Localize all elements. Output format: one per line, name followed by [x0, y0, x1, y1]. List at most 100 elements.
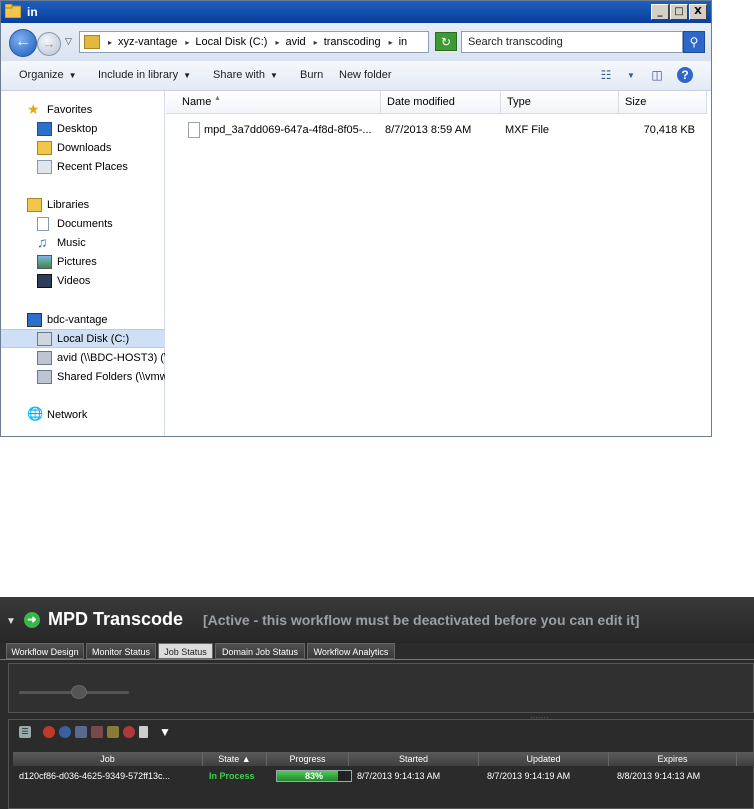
nav-label: Desktop	[57, 123, 98, 135]
forward-button[interactable]: →	[37, 32, 61, 56]
remove-icon[interactable]	[91, 726, 103, 738]
desktop-icon	[37, 122, 52, 136]
nav-music[interactable]: ♫ Music	[1, 234, 165, 253]
nav-label: Documents	[57, 218, 113, 230]
job-state: In Process	[209, 771, 255, 781]
address-bar[interactable]: ▸ xyz-vantage ▸ Local Disk (C:) ▸ avid ▸…	[79, 31, 429, 53]
chevron-right-icon[interactable]: ▸	[389, 38, 393, 47]
slider-handle[interactable]	[71, 685, 87, 699]
breadcrumb-item[interactable]: transcoding	[324, 36, 381, 48]
column-header-date-modified[interactable]: Date modified	[381, 91, 501, 114]
column-label: Name	[182, 96, 212, 108]
column-header-updated[interactable]: Updated	[479, 752, 609, 766]
libraries-icon	[27, 198, 42, 212]
column-header-progress[interactable]: Progress	[267, 752, 349, 766]
delete-icon[interactable]	[123, 726, 135, 738]
search-icon[interactable]: ⚲	[683, 31, 705, 53]
column-header-expires[interactable]: Expires	[609, 752, 737, 766]
nav-local-disk[interactable]: Local Disk (C:)	[1, 329, 165, 348]
minimize-button[interactable]: _	[651, 4, 669, 20]
share-with-menu[interactable]: Share with ▼	[213, 69, 278, 81]
help-icon[interactable]: ?	[677, 67, 693, 83]
nav-videos[interactable]: Videos	[1, 272, 165, 291]
file-size: 70,418 KB	[643, 124, 695, 136]
tab-workflow-design[interactable]: Workflow Design	[6, 643, 84, 659]
column-header-started[interactable]: Started	[349, 752, 479, 766]
nav-pictures[interactable]: Pictures	[1, 253, 165, 272]
list-view-icon[interactable]: ☰	[19, 726, 31, 738]
details-icon[interactable]	[75, 726, 87, 738]
job-updated: 8/7/2013 9:14:19 AM	[487, 771, 571, 781]
title-bar[interactable]: in _ □ X	[1, 1, 711, 23]
chevron-right-icon[interactable]: ▸	[108, 38, 112, 47]
nav-avid-share[interactable]: avid (\\BDC-HOST3) (\	[1, 349, 165, 368]
close-button[interactable]: X	[689, 4, 707, 20]
refresh-icon[interactable]: ↻	[435, 32, 457, 51]
preview-pane-icon[interactable]: ◫	[649, 68, 665, 82]
network-icon: 🌐	[27, 406, 44, 421]
document-icon[interactable]	[139, 726, 148, 738]
job-progress-bar: 83%	[276, 770, 352, 782]
file-row[interactable]: mpd_3a7dd069-647a-4f8d-8f05-... 8/7/2013…	[166, 121, 711, 141]
job-expires: 8/8/2013 9:14:13 AM	[617, 771, 701, 781]
file-list: Name ▲ Date modified Type Size mpd_3a7dd…	[166, 91, 711, 436]
stop-icon[interactable]	[43, 726, 55, 738]
breadcrumb-item[interactable]: in	[399, 36, 408, 48]
include-in-library-menu[interactable]: Include in library ▼	[98, 69, 191, 81]
new-folder-button[interactable]: New folder	[339, 69, 392, 81]
column-header-state[interactable]: State ▲	[203, 752, 267, 766]
nav-desktop[interactable]: Desktop	[1, 120, 165, 139]
chevron-down-icon[interactable]: ▼	[623, 71, 639, 85]
tab-monitor-status[interactable]: Monitor Status	[86, 643, 156, 659]
back-button[interactable]: ←	[9, 29, 37, 57]
file-date-modified: 8/7/2013 8:59 AM	[385, 124, 472, 136]
column-header-name[interactable]: Name ▲	[166, 91, 381, 114]
tab-workflow-analytics[interactable]: Workflow Analytics	[307, 643, 395, 659]
documents-icon	[37, 217, 49, 231]
workflow-header: ▼ ➜ MPD Transcode [Active - this workflo…	[0, 597, 754, 643]
nav-documents[interactable]: Documents	[1, 215, 165, 234]
nav-libraries[interactable]: Libraries	[1, 196, 165, 215]
workflow-status-note: [Active - this workflow must be deactiva…	[203, 612, 640, 628]
nav-network[interactable]: 🌐 Network	[1, 406, 165, 425]
nav-label: bdc-vantage	[47, 314, 108, 326]
nav-label: Music	[57, 237, 86, 249]
tab-job-status[interactable]: Job Status	[158, 643, 213, 659]
collapse-chevron-icon[interactable]: ▼	[6, 616, 16, 627]
nav-shared-folders[interactable]: Shared Folders (\\vmw	[1, 368, 165, 387]
nav-label: Libraries	[47, 199, 90, 211]
breadcrumb-item[interactable]: avid	[285, 36, 305, 48]
pause-icon[interactable]	[59, 726, 71, 738]
nav-recent-places[interactable]: Recent Places	[1, 158, 165, 177]
nav-favorites[interactable]: ★ Favorites	[1, 101, 165, 120]
breadcrumb-item[interactable]: Local Disk (C:)	[195, 36, 267, 48]
maximize-button[interactable]: □	[670, 4, 688, 20]
nav-downloads[interactable]: Downloads	[1, 139, 165, 158]
breadcrumb-item[interactable]: xyz-vantage	[118, 36, 177, 48]
chevron-right-icon[interactable]: ▸	[275, 38, 279, 47]
tab-domain-job-status[interactable]: Domain Job Status	[215, 643, 305, 659]
job-row[interactable]: d120cf86-d036-4625-9349-572ff13c... In P…	[13, 768, 754, 784]
view-options-icon[interactable]: ☷	[598, 68, 614, 82]
chevron-right-icon[interactable]: ▸	[314, 38, 318, 47]
folder-icon	[4, 3, 22, 19]
chevron-right-icon[interactable]: ▸	[185, 38, 189, 47]
recent-pages-chevron-icon[interactable]: ▽	[65, 36, 72, 47]
archive-icon[interactable]	[107, 726, 119, 738]
nav-label: Local Disk (C:)	[57, 333, 130, 345]
column-header-type[interactable]: Type	[501, 91, 619, 114]
column-label: Type	[507, 96, 531, 108]
nav-label: Recent Places	[57, 161, 128, 173]
pictures-icon	[37, 255, 52, 269]
job-grid-header: Job State ▲ Progress Started Updated Exp…	[13, 752, 754, 766]
search-input[interactable]: Search transcoding	[461, 31, 683, 53]
address-row: ← → ▽ ▸ xyz-vantage ▸ Local Disk (C:) ▸ …	[1, 23, 711, 61]
organize-menu[interactable]: Organize ▼	[19, 69, 77, 81]
nav-label: Videos	[57, 275, 91, 287]
column-header-size[interactable]: Size	[619, 91, 707, 114]
nav-computer[interactable]: bdc-vantage	[1, 311, 165, 330]
burn-button[interactable]: Burn	[300, 69, 323, 81]
filter-icon[interactable]: ▼	[159, 726, 173, 738]
column-header-job[interactable]: Job	[13, 752, 203, 766]
drive-icon	[37, 332, 52, 346]
